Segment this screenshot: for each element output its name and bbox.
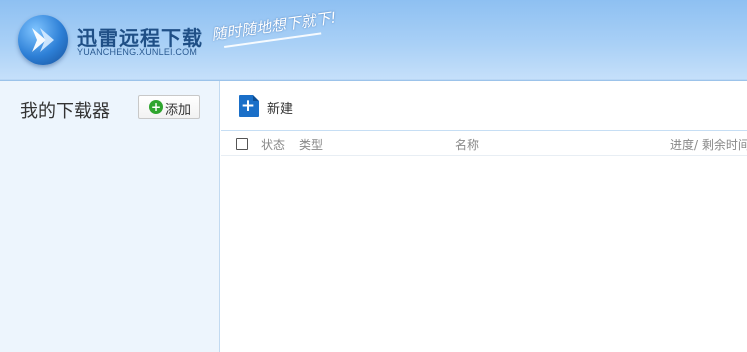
select-all-checkbox[interactable] <box>236 138 248 150</box>
task-list <box>221 156 747 352</box>
sidebar-title: 我的下载器 <box>20 101 110 122</box>
new-task-button[interactable]: + 新建 <box>239 95 301 119</box>
column-status[interactable]: 状态 <box>261 136 285 153</box>
app-header: 迅雷远程下载 YUANCHENG.XUNLEI.COM 随时随地想下就下! <box>0 0 747 81</box>
xunlei-logo-icon <box>18 15 68 65</box>
column-name[interactable]: 名称 <box>455 136 479 153</box>
new-task-label: 新建 <box>267 102 294 117</box>
new-file-plus-icon: + <box>239 95 259 117</box>
add-downloader-button[interactable]: + 添加 <box>138 95 200 119</box>
brand-subtitle: YUANCHENG.XUNLEI.COM <box>77 47 198 57</box>
task-list-header: 状态 类型 名称 进度/ 剩余时间 <box>221 131 747 156</box>
sidebar: 我的下载器 + 添加 <box>0 81 220 352</box>
toolbar: + 新建 <box>221 81 747 131</box>
column-type[interactable]: 类型 <box>299 136 323 153</box>
column-progress[interactable]: 进度/ 剩余时间 <box>670 136 747 153</box>
plus-circle-icon: + <box>149 100 163 114</box>
add-button-label: 添加 <box>165 103 192 118</box>
